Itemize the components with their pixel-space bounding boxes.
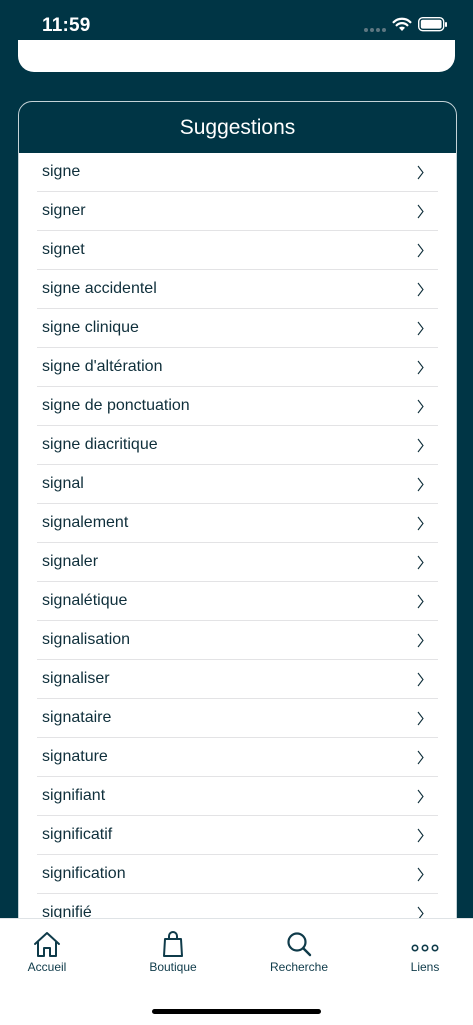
suggestion-label: signification [42, 865, 126, 882]
suggestion-label: signal [42, 475, 84, 492]
suggestion-label: signe accidentel [42, 280, 157, 297]
chevron-right-icon [417, 321, 424, 336]
suggestion-item[interactable]: signet [37, 231, 438, 270]
tab-liens[interactable]: Liens [380, 919, 470, 989]
tab-recherche[interactable]: Recherche [254, 919, 344, 989]
tab-label: Liens [410, 960, 440, 974]
home-icon [34, 932, 60, 957]
suggestion-label: signe clinique [42, 319, 139, 336]
suggestion-label: signalisation [42, 631, 131, 648]
suggestion-item[interactable]: signe d'altération [37, 348, 438, 387]
chevron-right-icon [417, 165, 424, 180]
cellular-signal-icon [364, 28, 386, 32]
chevron-right-icon [417, 867, 424, 882]
wifi-icon [392, 17, 412, 31]
suggestion-item[interactable]: signalement [37, 504, 438, 543]
suggestion-item[interactable]: signifiant [37, 777, 438, 816]
suggestion-item[interactable]: significatif [37, 816, 438, 855]
suggestion-item[interactable]: signal [37, 465, 438, 504]
suggestion-item[interactable]: signalisation [37, 621, 438, 660]
suggestion-label: significatif [42, 826, 113, 843]
suggestions-panel: Suggestions signe signer signet signe ac… [18, 101, 457, 943]
chevron-right-icon [417, 204, 424, 219]
suggestion-item[interactable]: signe diacritique [37, 426, 438, 465]
more-dots-icon [411, 944, 439, 952]
tab-accueil[interactable]: Accueil [2, 919, 92, 989]
chevron-right-icon [417, 516, 424, 531]
suggestion-label: signature [42, 748, 108, 765]
suggestion-item[interactable]: signe clinique [37, 309, 438, 348]
suggestion-label: signe de ponctuation [42, 397, 190, 414]
suggestion-item[interactable]: signe de ponctuation [37, 387, 438, 426]
suggestions-header: Suggestions [179, 115, 296, 139]
chevron-right-icon [417, 243, 424, 258]
shopping-bag-icon [163, 931, 183, 957]
suggestion-label: signalétique [42, 592, 128, 609]
suggestion-label: signe d'altération [42, 358, 163, 375]
tab-label: Boutique [149, 960, 197, 974]
suggestion-item[interactable]: signe [37, 153, 438, 192]
status-time: 11:59 [42, 15, 91, 36]
suggestion-list: signe signer signet signe accidentel sig… [19, 153, 456, 942]
suggestion-item[interactable]: signaliser [37, 660, 438, 699]
chevron-right-icon [417, 399, 424, 414]
suggestion-label: signet [42, 241, 85, 258]
suggestion-item[interactable]: signaler [37, 543, 438, 582]
suggestion-item[interactable]: signataire [37, 699, 438, 738]
suggestion-label: signalement [42, 514, 129, 531]
tab-label: Accueil [27, 960, 67, 974]
chevron-right-icon [417, 828, 424, 843]
suggestion-item[interactable]: signature [37, 738, 438, 777]
chevron-right-icon [417, 477, 424, 492]
chevron-right-icon [417, 555, 424, 570]
chevron-right-icon [417, 594, 424, 609]
suggestion-label: signaliser [42, 670, 110, 687]
home-indicator[interactable] [152, 1009, 321, 1014]
suggestion-item[interactable]: signalétique [37, 582, 438, 621]
chevron-right-icon [417, 672, 424, 687]
tab-boutique[interactable]: Boutique [128, 919, 218, 989]
battery-icon [418, 17, 447, 32]
suggestion-item[interactable]: signer [37, 192, 438, 231]
chevron-right-icon [417, 750, 424, 765]
suggestion-label: signaler [42, 553, 99, 570]
suggestion-label: signifiant [42, 787, 106, 804]
suggestion-item[interactable]: signification [37, 855, 438, 894]
suggestion-label: signe [42, 163, 81, 180]
tab-label: Recherche [269, 960, 329, 974]
chevron-right-icon [417, 711, 424, 726]
chevron-right-icon [417, 438, 424, 453]
suggestion-label: signe diacritique [42, 436, 158, 453]
top-card [18, 40, 455, 72]
chevron-right-icon [417, 789, 424, 804]
chevron-right-icon [417, 360, 424, 375]
chevron-right-icon [417, 633, 424, 648]
search-icon [287, 932, 312, 957]
chevron-right-icon [417, 282, 424, 297]
suggestion-item[interactable]: signe accidentel [37, 270, 438, 309]
suggestion-label: signer [42, 202, 86, 219]
suggestion-label: signataire [42, 709, 112, 726]
